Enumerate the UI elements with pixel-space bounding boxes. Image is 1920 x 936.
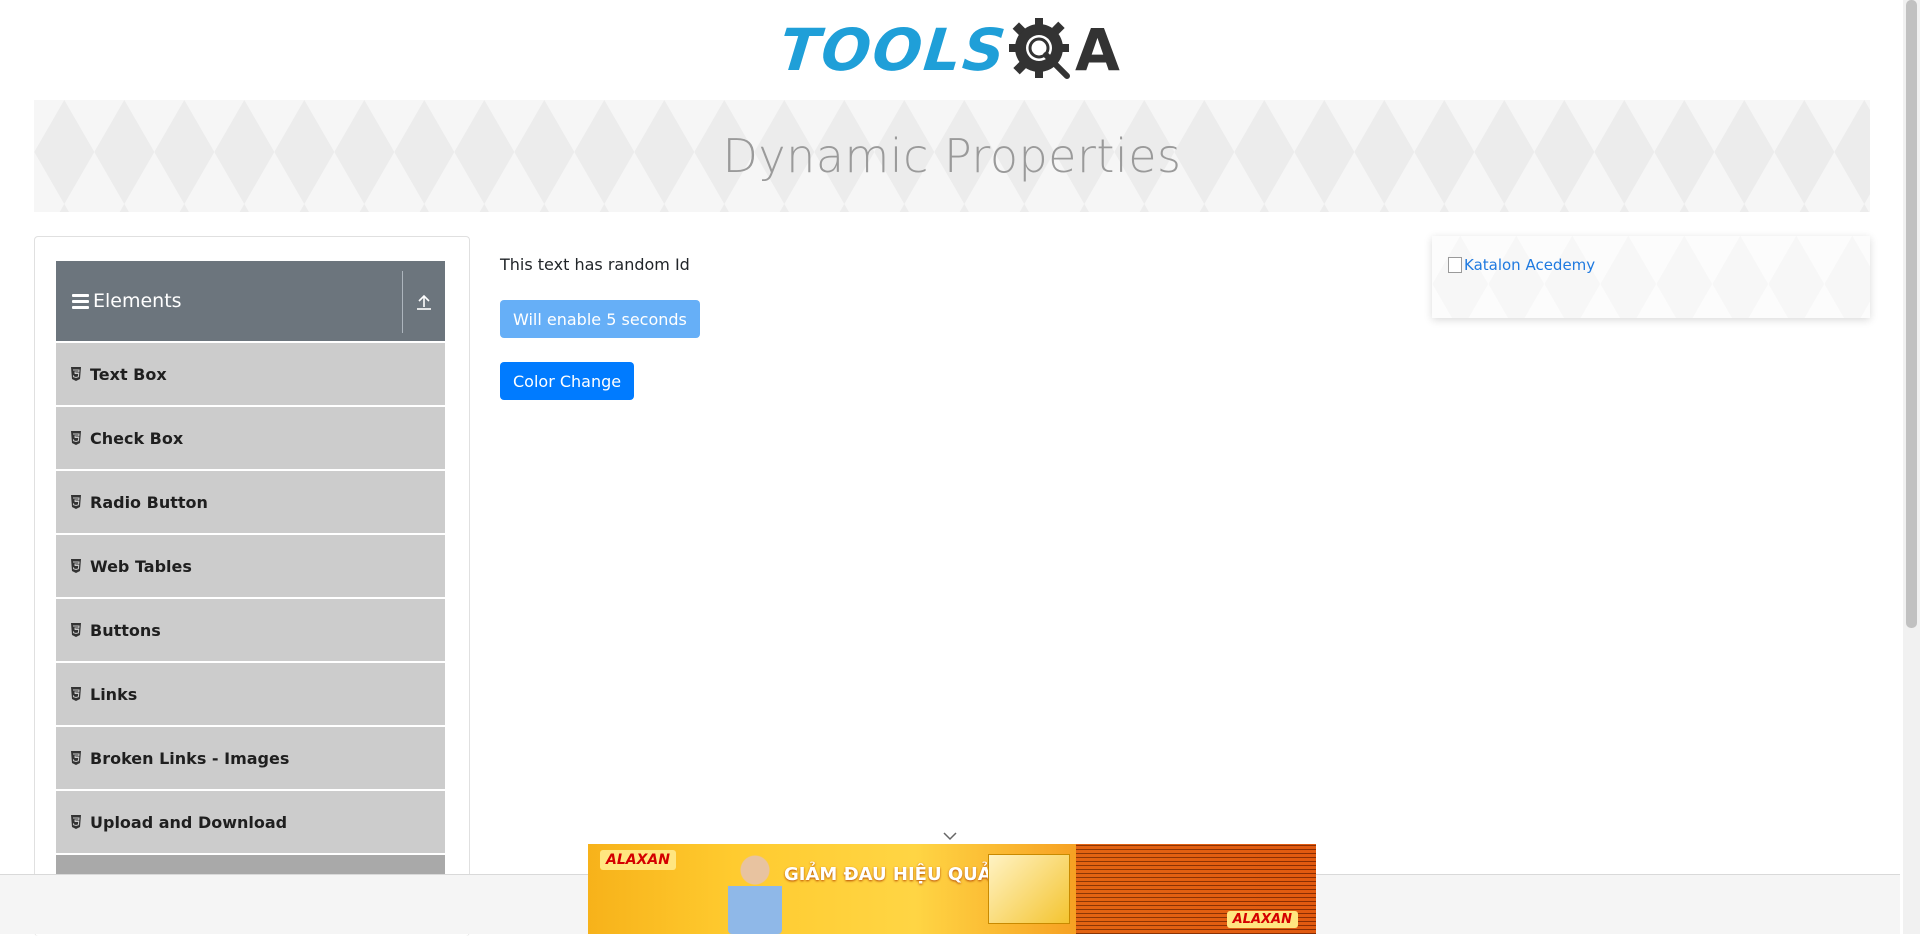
sidebar-item-label: Web Tables (90, 556, 192, 576)
sidebar-item-buttons[interactable]: Buttons (56, 597, 445, 661)
header-divider (402, 271, 403, 333)
broken-image-icon (1448, 257, 1462, 273)
sidebar-item-text-box[interactable]: Text Box (56, 341, 445, 405)
sidebar-item-radio-button[interactable]: Radio Button (56, 469, 445, 533)
logo-text-a: A (1075, 16, 1120, 84)
sidebar-item-label: Links (90, 684, 138, 704)
sidebar-item-label: Upload and Download (90, 812, 288, 832)
gear-magnifier-icon (1009, 18, 1070, 79)
sidebar-item-label: Text Box (90, 364, 167, 384)
color-change-button[interactable]: Color Change (500, 362, 635, 400)
page-banner: Dynamic Properties (34, 100, 1870, 212)
scrollbar-thumb[interactable] (1906, 0, 1917, 628)
page-title: Dynamic Properties (722, 129, 1182, 183)
logo-text-tools: TOOLS (776, 16, 1011, 84)
html5-icon (71, 367, 81, 381)
random-id-text: This text has random Id (500, 255, 690, 274)
html5-icon (71, 687, 81, 701)
sidebar-item-web-tables[interactable]: Web Tables (56, 533, 445, 597)
html5-icon (71, 623, 81, 637)
toolsqa-logo[interactable]: TOOLS A (776, 5, 1120, 95)
sidebar-item-check-box[interactable]: Check Box (56, 405, 445, 469)
chevron-down-icon[interactable] (942, 828, 958, 844)
html5-icon (71, 751, 81, 765)
collapse-arrow-icon[interactable] (413, 291, 435, 313)
html5-icon (71, 431, 81, 445)
html5-icon (71, 559, 81, 573)
sidebar-item-upload-and-download[interactable]: Upload and Download (56, 789, 445, 853)
ad-brand-logo-right: ALAXAN (1226, 911, 1298, 928)
sidebar-item-label: Buttons (90, 620, 161, 640)
sidebar-item-label: Check Box (90, 428, 184, 448)
ad-person-image (728, 852, 782, 934)
sidebar-item-label: Radio Button (90, 492, 208, 512)
sidebar-group-title: Elements (93, 290, 182, 312)
html5-icon (71, 495, 81, 509)
ad-product-box-image (988, 854, 1070, 924)
sidebar-item-broken-links-images[interactable]: Broken Links - Images (56, 725, 445, 789)
enable-after-button[interactable]: Will enable 5 seconds (500, 300, 700, 338)
page-scrollbar[interactable] (1903, 0, 1920, 934)
sidebar-menu-list: Text Box Check Box Radio Button Web Tabl… (56, 341, 445, 877)
html5-icon (71, 815, 81, 829)
sidebar-panel: Elements Text Box Check Box Radio Button… (34, 236, 470, 936)
katalon-link-text: Katalon Acedemy (1464, 256, 1596, 274)
bottom-banner-ad[interactable]: ALAXAN GIẢM ĐAU HIỆU QUẢ* ALAXAN (588, 844, 1316, 934)
sidebar-item-label: Broken Links - Images (90, 748, 290, 768)
sidebar-item-links[interactable]: Links (56, 661, 445, 725)
ad-brand-logo: ALAXAN (600, 850, 676, 870)
sidebar-group-elements[interactable]: Elements (56, 261, 445, 341)
ad-headline: GIẢM ĐAU HIỆU QUẢ* (784, 864, 1002, 885)
katalon-academy-link[interactable]: Katalon Acedemy (1448, 256, 1595, 274)
site-header: TOOLS A (0, 0, 1900, 100)
ad-card: Katalon Acedemy (1432, 236, 1870, 318)
hamburger-icon (72, 293, 89, 309)
